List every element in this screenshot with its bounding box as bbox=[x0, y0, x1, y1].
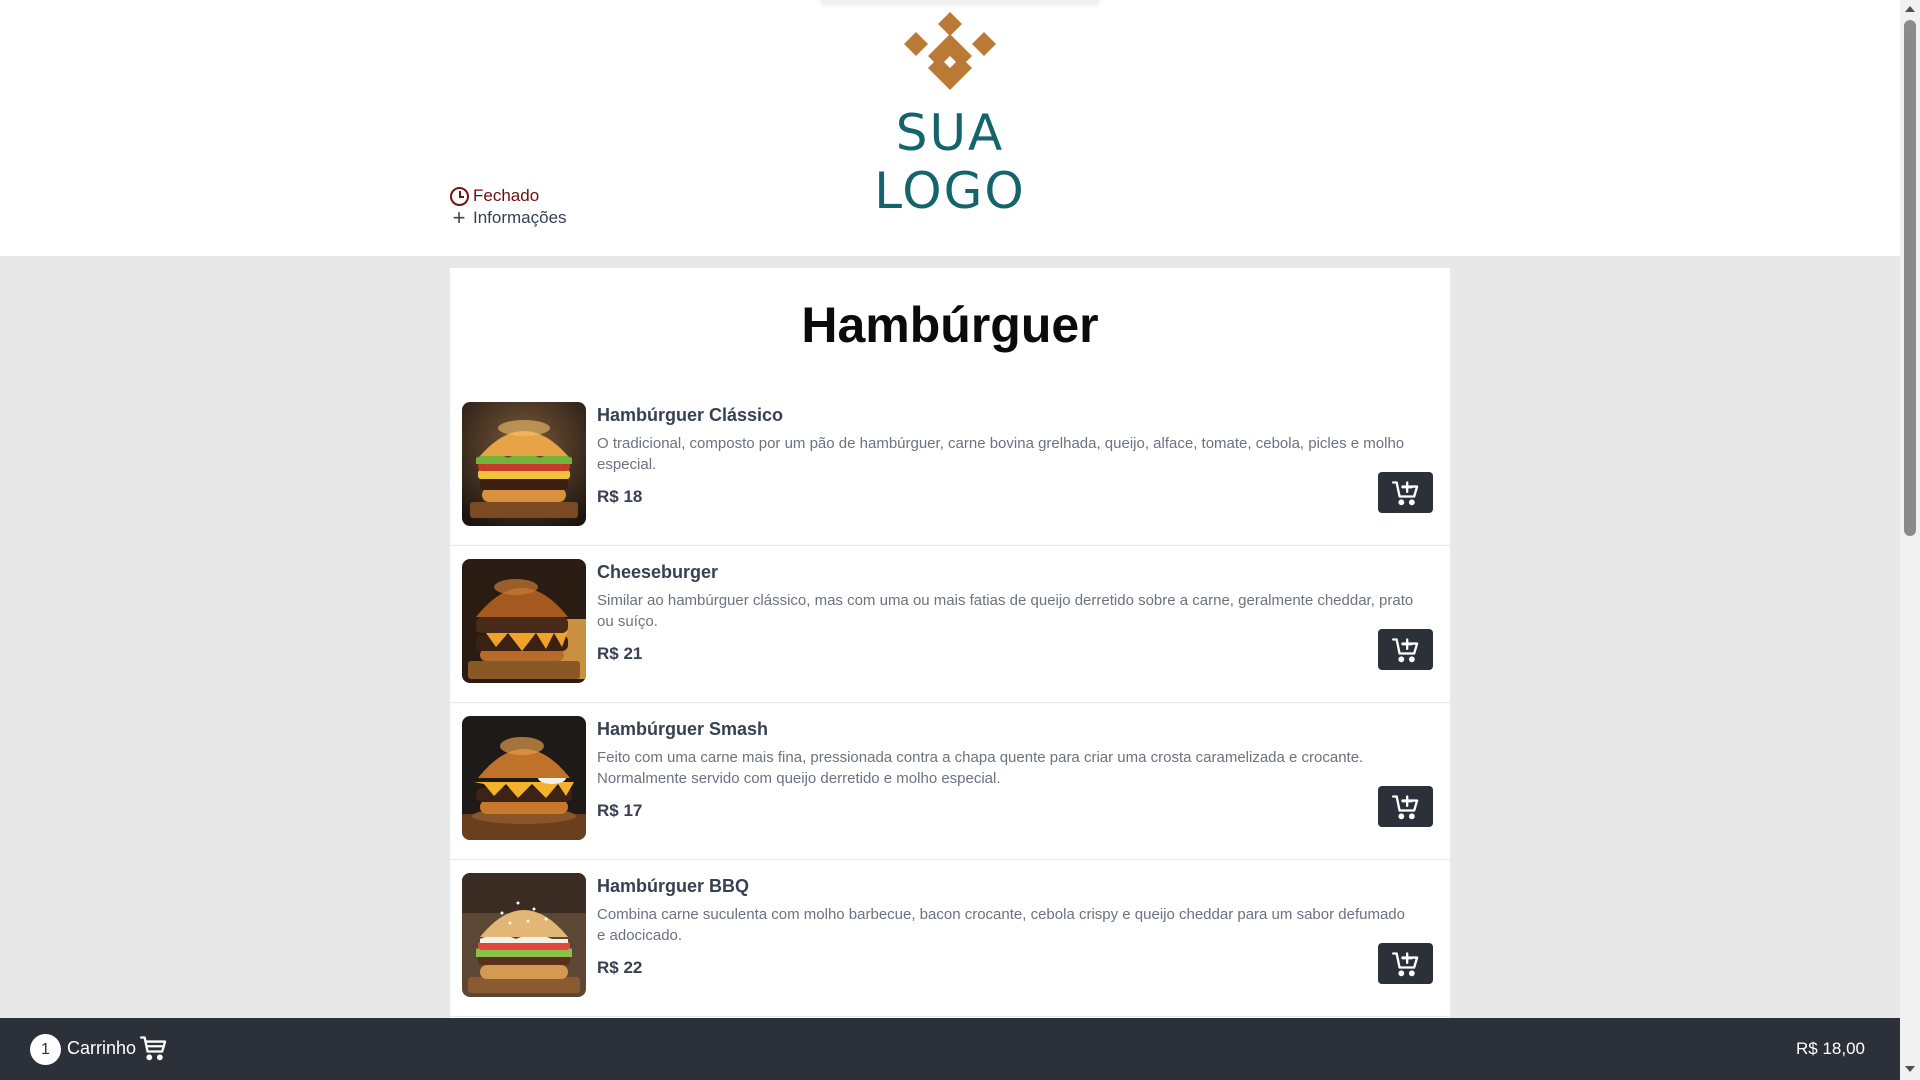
cart-total: R$ 18,00 bbox=[1796, 1039, 1865, 1058]
burger-image bbox=[462, 716, 586, 840]
add-to-cart-button[interactable] bbox=[1378, 472, 1433, 513]
item-name: Hambúrguer BBQ bbox=[597, 876, 750, 896]
header-tab-shadow bbox=[820, 0, 1100, 4]
burger-image bbox=[462, 402, 586, 526]
store-status-label: Fechado bbox=[473, 186, 540, 205]
page: SUA LOGO Fechado + Informações Hambúrgue… bbox=[0, 0, 1900, 1080]
scroll-up-arrow-icon[interactable] bbox=[1905, 6, 1915, 12]
logo: SUA LOGO bbox=[820, 12, 1080, 220]
burger-image bbox=[462, 559, 586, 683]
clock-icon bbox=[450, 186, 469, 206]
add-to-cart-icon bbox=[1391, 637, 1418, 662]
vertical-scrollbar[interactable] bbox=[1900, 0, 1920, 1080]
item-description: Feito com uma carne mais fina, pressiona… bbox=[597, 749, 1364, 787]
item-name: Cheeseburger bbox=[597, 562, 719, 582]
menu-item[interactable]: Hambúrguer Smash Feito com uma carne mai… bbox=[450, 703, 1450, 860]
item-price: R$ 21 bbox=[597, 644, 643, 663]
add-to-cart-icon bbox=[1391, 794, 1418, 819]
add-to-cart-icon bbox=[1391, 480, 1418, 505]
category-title: Hambúrguer bbox=[801, 297, 1099, 353]
menu-item[interactable]: Hambúrguer Clássico O tradicional, compo… bbox=[450, 389, 1450, 546]
menu-section: Hambúrguer Hambúrguer Clássico O tradici… bbox=[450, 268, 1450, 1028]
logo-text: SUA LOGO bbox=[874, 104, 1026, 220]
plus-icon: + bbox=[452, 205, 466, 230]
header: SUA LOGO Fechado + Informações bbox=[0, 0, 1900, 256]
item-description: Similar ao hambúrguer clássico, mas com … bbox=[597, 592, 1414, 630]
cart-label[interactable]: Carrinho bbox=[67, 1038, 136, 1059]
item-name: Hambúrguer Smash bbox=[597, 719, 769, 739]
scroll-thumb[interactable] bbox=[1904, 20, 1916, 536]
info-link[interactable]: + Informações bbox=[451, 205, 567, 230]
item-price: R$ 18 bbox=[597, 487, 643, 506]
shopping-cart-icon[interactable] bbox=[140, 1034, 168, 1062]
item-price: R$ 17 bbox=[597, 801, 643, 820]
add-to-cart-button[interactable] bbox=[1378, 786, 1433, 827]
menu-item[interactable]: Hambúrguer BBQ Combina carne suculenta c… bbox=[450, 860, 1450, 1017]
add-to-cart-icon bbox=[1391, 951, 1418, 976]
item-description: O tradicional, composto por um pão de ha… bbox=[597, 435, 1405, 473]
logo-mark-icon bbox=[904, 12, 996, 90]
scroll-down-arrow-icon[interactable] bbox=[1905, 1066, 1915, 1072]
menu-item[interactable]: Cheeseburger Similar ao hambúrguer cláss… bbox=[450, 546, 1450, 703]
add-to-cart-button[interactable] bbox=[1378, 943, 1433, 984]
item-price: R$ 22 bbox=[597, 958, 643, 977]
store-status: Fechado bbox=[450, 186, 539, 206]
cart-bar[interactable]: 1 Carrinho R$ 18,00 bbox=[0, 1018, 1900, 1080]
item-name: Hambúrguer Clássico bbox=[597, 405, 784, 425]
cart-count-badge: 1 bbox=[30, 1034, 61, 1065]
item-description: Combina carne suculenta com molho barbec… bbox=[597, 906, 1405, 944]
burger-image bbox=[462, 873, 586, 997]
info-link-label: Informações bbox=[473, 208, 567, 227]
add-to-cart-button[interactable] bbox=[1378, 629, 1433, 670]
